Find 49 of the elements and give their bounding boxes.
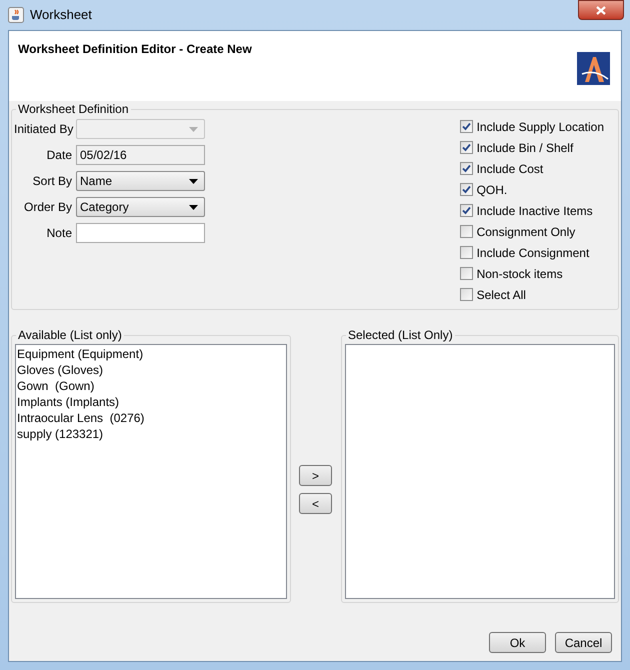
- list-item[interactable]: Gloves (Gloves): [17, 362, 286, 378]
- caret-icon: [189, 204, 198, 210]
- checkbox-label: Consignment Only: [476, 224, 576, 240]
- checkbox-label: Include Inactive Items: [476, 202, 593, 220]
- field-label: Note: [46, 225, 73, 242]
- checkbox-label: Select All: [476, 286, 526, 304]
- checkbox-label: Non-stock items: [476, 266, 563, 282]
- group-label: Selected (List Only): [346, 328, 455, 342]
- checkbox[interactable]: [460, 246, 473, 259]
- field-label: Initiated By: [14, 121, 74, 138]
- field-label: Date: [46, 147, 73, 164]
- logo-icon: [577, 52, 610, 85]
- list-item[interactable]: Equipment (Equipment): [17, 346, 286, 362]
- checkbox-label: Include Bin / Shelf: [476, 140, 574, 156]
- caret-icon: [189, 178, 198, 184]
- list-item[interactable]: Intraocular Lens (0276): [17, 410, 286, 426]
- close-button[interactable]: [578, 0, 624, 20]
- button[interactable]: <: [299, 493, 332, 514]
- checkbox[interactable]: [460, 204, 473, 217]
- button[interactable]: >: [299, 465, 332, 486]
- checkbox[interactable]: [460, 120, 473, 133]
- checkbox[interactable]: [460, 141, 473, 154]
- close-icon: [596, 6, 606, 14]
- list-item[interactable]: Gown (Gown): [17, 378, 286, 394]
- checkbox[interactable]: [460, 183, 473, 196]
- dropdown[interactable]: Category: [76, 197, 205, 217]
- checkbox[interactable]: [460, 162, 473, 175]
- checkbox[interactable]: [460, 267, 473, 280]
- checkbox[interactable]: [460, 225, 473, 238]
- field-label: Sort By: [32, 173, 73, 190]
- button[interactable]: Ok: [489, 632, 546, 653]
- text-field[interactable]: [76, 223, 205, 243]
- list-item[interactable]: Implants (Implants): [17, 394, 286, 410]
- checkbox-label: Include Supply Location: [476, 118, 604, 136]
- checkbox-label: Include Cost: [476, 160, 544, 178]
- checkbox-label: QOH.: [476, 182, 508, 198]
- caret-icon: [189, 126, 198, 132]
- dropdown[interactable]: Name: [76, 171, 205, 191]
- group-label: Worksheet Definition: [16, 102, 130, 116]
- java-cup-icon: [8, 7, 24, 23]
- field-label: Order By: [22, 199, 73, 216]
- list-item[interactable]: supply (123321): [17, 426, 286, 442]
- list-box[interactable]: Equipment (Equipment) Gloves (Gloves) Gown (Gown) Implants (Implants) Intraocular Lens (0276) supply (123321): [15, 344, 287, 599]
- checkbox[interactable]: [460, 288, 473, 301]
- header-title: Worksheet Definition Editor - Create New: [18, 41, 252, 58]
- window-title: Worksheet: [30, 6, 92, 24]
- group-label: Available (List only): [16, 328, 124, 342]
- button[interactable]: Cancel: [555, 632, 612, 653]
- checkbox-label: Include Consignment: [476, 244, 590, 262]
